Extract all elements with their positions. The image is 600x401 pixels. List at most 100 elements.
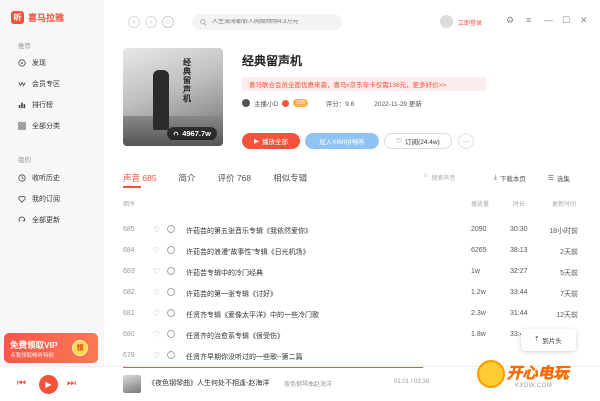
download-icon[interactable] xyxy=(167,330,175,338)
like-icon[interactable]: ♡ xyxy=(153,288,160,297)
download-icon[interactable] xyxy=(167,351,175,359)
track-row[interactable]: 681 ♡ 任贤齐专辑《爱像太平洋》中的一些冷门歌 2.3w 31:44 12天… xyxy=(123,305,578,325)
like-icon[interactable]: ♡ xyxy=(153,267,160,276)
previous-icon[interactable]: ⏮ xyxy=(17,378,26,389)
app-logo[interactable]: 听 喜马拉雅 xyxy=(11,11,64,24)
play-pause-button[interactable]: ▶ xyxy=(39,375,58,394)
select-episodes-button[interactable]: ☰ 选集 xyxy=(548,173,570,183)
subscribe-button[interactable]: ♡ 订阅(24.4w) xyxy=(384,133,452,149)
section-recommend: 推荐 xyxy=(18,43,31,50)
user-avatar[interactable] xyxy=(440,15,453,28)
goto-top-popup[interactable]: ⤒ 到片头 xyxy=(521,329,576,351)
download-page-button[interactable]: ⤓ 下载本页 xyxy=(494,173,526,183)
track-duration: 33:44 xyxy=(510,289,528,296)
sidebar-item-history[interactable]: 收听历史 xyxy=(18,172,60,184)
track-title[interactable]: 任贤齐的治愈系专辑《很受伤》 xyxy=(186,331,284,341)
track-row[interactable]: 682 ♡ 许茹芸的第一张专辑《讨好》 1.2w 33:44 7天前 xyxy=(123,284,578,304)
login-link[interactable]: 立即登录 xyxy=(458,18,482,27)
download-icon[interactable] xyxy=(167,246,175,254)
promo-banner[interactable]: 喜马联合会员全面优惠来袭，喜马x京东年卡仅需138元，更多好价>> xyxy=(242,77,486,91)
column-index[interactable]: 倒序 xyxy=(123,199,135,208)
player-album[interactable]: 夜色钢琴曲赵海洋 xyxy=(284,379,332,388)
track-title[interactable]: 许茹芸的第五张音乐专辑《我依然爱你》 xyxy=(186,226,312,236)
tab-reviews[interactable]: 评价 768 xyxy=(218,172,252,184)
search-box[interactable] xyxy=(192,14,342,30)
track-plays: 1.8w xyxy=(471,331,486,338)
track-title[interactable]: 任贤齐专辑《爱像太平洋》中的一些冷门歌 xyxy=(186,310,319,320)
track-title[interactable]: 许茹芸的第一张专辑《讨好》 xyxy=(186,289,277,299)
track-updated: 18小时前 xyxy=(549,228,578,235)
sidebar-item-subscriptions[interactable]: 我的订阅 xyxy=(18,193,60,205)
track-row[interactable]: 680 ♡ 任贤齐的治愈系专辑《很受伤》 1.8w 33:44 xyxy=(123,326,578,346)
host-name[interactable]: 主播小D xyxy=(254,98,278,108)
track-title[interactable]: 许茹芸的浪漫“故事性”专辑《日光机场》 xyxy=(186,247,310,257)
track-updated: 12天前 xyxy=(556,312,578,319)
search-icon: ⌕ xyxy=(424,173,428,179)
close-icon[interactable]: ✕ xyxy=(580,15,588,26)
track-index: 679 xyxy=(123,352,135,359)
watermark-logo: 开心电玩 KXDW.COM xyxy=(477,356,599,400)
tab-tracks[interactable]: 声音 685 xyxy=(123,172,157,184)
track-index: 685 xyxy=(123,226,135,233)
host-avatar[interactable] xyxy=(242,99,250,107)
xim-button[interactable]: 加入XIMI拼畅听 xyxy=(305,133,379,149)
more-button[interactable]: ··· xyxy=(458,133,474,149)
xim-label: 加入XIMI拼畅听 xyxy=(319,139,365,146)
track-row[interactable]: 685 ♡ 许茹芸的第五张音乐专辑《我依然爱你》 2090 30:30 18小时… xyxy=(123,221,578,241)
topbar: ‹ › ○ 立即登录 ⚙ ≡ — ☐ ✕ xyxy=(104,0,600,44)
list-icon: ☰ xyxy=(548,175,554,182)
download-icon[interactable] xyxy=(167,225,175,233)
track-search[interactable]: ⌕ 搜索声音 xyxy=(424,173,455,182)
select-label: 选集 xyxy=(556,176,570,183)
tab-similar[interactable]: 相似专辑 xyxy=(273,172,307,184)
sidebar-item-ranking[interactable]: 排行榜 xyxy=(18,99,53,111)
maximize-icon[interactable]: ☐ xyxy=(562,15,570,26)
sidebar-item-discover[interactable]: 发现 xyxy=(18,57,46,69)
playback-progress[interactable] xyxy=(123,367,423,368)
sidebar-item-label: 排行榜 xyxy=(32,102,53,109)
play-count-value: 4967.7w xyxy=(182,129,211,138)
player-track-title[interactable]: 《夜色钢琴曲》人生何处不相逢-赵海洋 xyxy=(148,378,269,388)
like-icon[interactable]: ♡ xyxy=(153,225,160,234)
download-icon[interactable] xyxy=(167,267,175,275)
jump-icon: ⤒ xyxy=(535,336,539,343)
discover-icon xyxy=(18,59,26,67)
menu-icon[interactable]: ≡ xyxy=(526,15,531,25)
sidebar-item-category[interactable]: 全部分类 xyxy=(18,120,60,132)
minimize-icon[interactable]: — xyxy=(544,15,553,25)
like-icon[interactable]: ♡ xyxy=(153,351,160,360)
heart-icon: ♡ xyxy=(396,138,403,145)
update-icon xyxy=(18,216,25,222)
download-icon[interactable] xyxy=(167,309,175,317)
track-row[interactable]: 683 ♡ 许茹芸专辑中的冷门经典 1w 32:27 5天前 xyxy=(123,263,578,283)
back-button[interactable]: ‹ xyxy=(128,16,140,28)
play-all-button[interactable]: ▶ 播放全部 xyxy=(242,133,300,149)
album-meta: 主播小D LV8 评分：9.6 2022-11-29 更新 xyxy=(242,98,422,108)
tab-intro[interactable]: 简介 xyxy=(179,172,196,184)
logo-icon: 听 xyxy=(11,11,24,24)
download-icon[interactable] xyxy=(167,288,175,296)
next-icon[interactable]: ⏭ xyxy=(67,378,76,389)
level-badge: LV8 xyxy=(293,99,308,107)
sidebar-item-vip[interactable]: 会员专区 xyxy=(18,78,60,90)
track-index: 683 xyxy=(123,268,135,275)
forward-button[interactable]: › xyxy=(145,16,157,28)
vip-banner[interactable]: 免费领取VIP 点我领取畅听特权 领 xyxy=(4,333,98,363)
track-title[interactable]: 许茹芸专辑中的冷门经典 xyxy=(186,268,263,278)
sidebar-item-updates[interactable]: 全部更新 xyxy=(18,214,60,226)
ranking-icon xyxy=(18,102,26,109)
vip-banner-subtitle: 点我领取畅听特权 xyxy=(10,353,55,359)
track-search-placeholder: 搜索声音 xyxy=(431,176,456,182)
settings-icon[interactable]: ⚙ xyxy=(506,15,514,26)
refresh-button[interactable]: ○ xyxy=(162,16,174,28)
like-icon[interactable]: ♡ xyxy=(153,309,160,318)
like-icon[interactable]: ♡ xyxy=(153,246,160,255)
player-cover[interactable] xyxy=(123,375,141,393)
track-title[interactable]: 任贤齐早期你没听过的一些歌--第二篇 xyxy=(186,352,303,362)
track-row[interactable]: 684 ♡ 许茹芸的浪漫“故事性”专辑《日光机场》 6265 38:13 2天前 xyxy=(123,242,578,262)
cover-figure xyxy=(153,70,169,130)
coin-icon: 领 xyxy=(72,340,88,356)
like-icon[interactable]: ♡ xyxy=(153,330,160,339)
search-input[interactable] xyxy=(212,19,342,25)
album-cover[interactable]: 经典留声机 4967.7w xyxy=(123,48,223,146)
